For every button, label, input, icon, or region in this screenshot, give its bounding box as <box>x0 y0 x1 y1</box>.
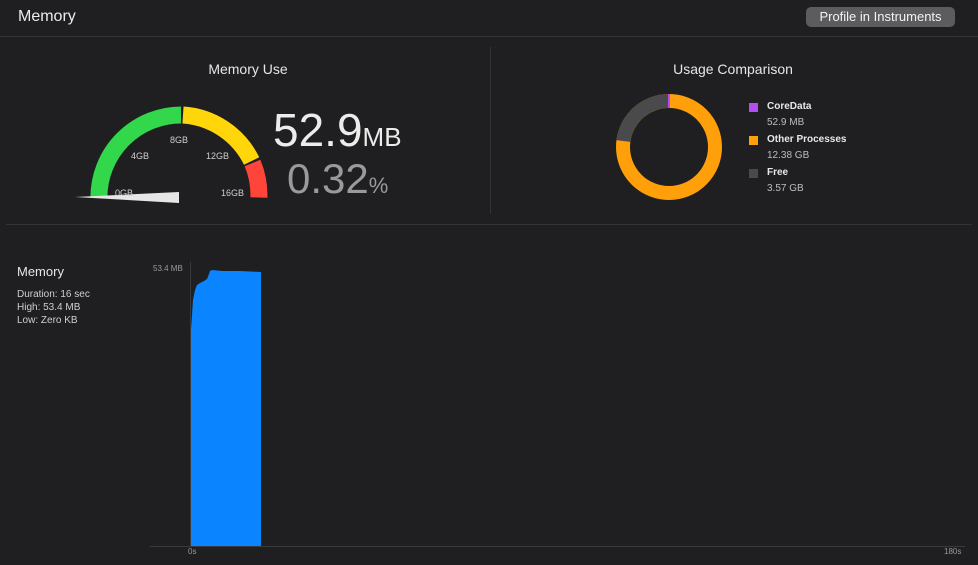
memory-percent-readout: 0.32% <box>287 155 388 203</box>
gauge-label-4gb: 4GB <box>131 151 150 161</box>
gauge-label-0gb: 0GB <box>115 188 134 198</box>
page-title: Memory <box>18 8 76 25</box>
profile-in-instruments-button[interactable]: Profile in Instruments <box>806 7 955 27</box>
graph-low: Low: Zero KB <box>17 315 78 326</box>
memory-gauge <box>75 106 268 203</box>
legend-name-coredata: CoreData <box>767 101 812 112</box>
legend-value-coredata: 52.9 MB <box>767 117 805 128</box>
legend-value-other-processes: 12.38 GB <box>767 150 810 161</box>
usage-comparison-title: Usage Comparison <box>673 61 793 77</box>
memory-usage-area <box>191 270 261 546</box>
gauge-label-12gb: 12GB <box>206 151 230 161</box>
graph-duration: Duration: 16 sec <box>17 289 90 300</box>
section-divider <box>490 47 491 214</box>
memory-use-title: Memory Use <box>208 61 288 77</box>
gauge-segment-red <box>244 159 268 198</box>
memory-graph <box>150 262 965 547</box>
graph-high: High: 53.4 MB <box>17 302 81 313</box>
memory-usage-readout: 52.9MB <box>273 103 402 157</box>
memory-usage-value: 52.9 <box>273 104 363 156</box>
graph-x-start-label: 0s <box>188 547 197 556</box>
legend-name-free: Free <box>767 167 789 178</box>
memory-usage-unit: MB <box>362 122 402 152</box>
header-bar: Memory Profile in Instruments <box>0 0 978 37</box>
memory-percent-value: 0.32 <box>287 155 369 202</box>
graph-divider <box>6 224 972 225</box>
donut-slice-free <box>616 94 670 143</box>
legend-swatch-free <box>749 169 758 178</box>
legend-swatch-other-processes <box>749 136 758 145</box>
gauge-label-8gb: 8GB <box>170 135 189 145</box>
graph-title: Memory <box>17 264 64 279</box>
legend-name-other-processes: Other Processes <box>767 134 847 145</box>
legend-value-free: 3.57 GB <box>767 183 804 194</box>
usage-donut-chart <box>616 94 722 200</box>
legend-swatch-coredata <box>749 103 758 112</box>
gauge-label-16gb: 16GB <box>221 188 245 198</box>
memory-percent-unit: % <box>368 173 389 198</box>
graph-x-end-label: 180s <box>944 547 962 556</box>
